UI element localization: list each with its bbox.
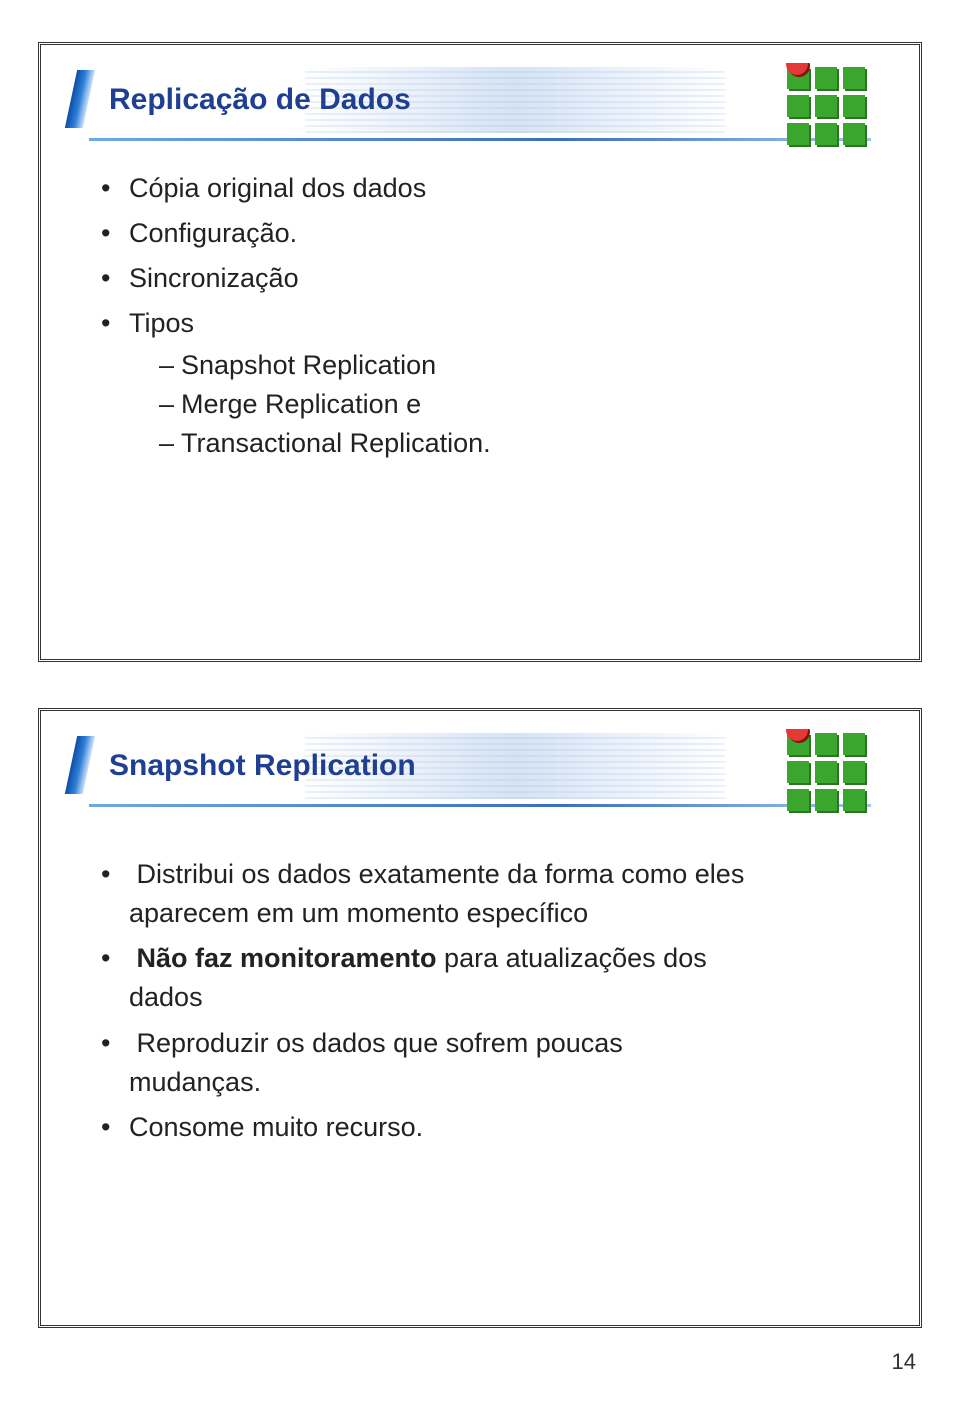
- text: para atualizações dos: [437, 943, 707, 973]
- title-accent: [65, 68, 101, 132]
- text: Consome muito recurso.: [129, 1112, 423, 1142]
- slide-content: Distribui os dados exatamente da forma c…: [41, 807, 919, 1147]
- title-bar: Snapshot Replication: [65, 729, 895, 803]
- title-underline: [89, 138, 871, 141]
- text: Cópia original dos dados: [129, 173, 426, 203]
- page-number: 14: [892, 1349, 916, 1375]
- text: Tipos: [129, 308, 194, 338]
- sub-bullet-item: Snapshot Replication: [159, 346, 859, 385]
- text: aparecem em um momento específico: [129, 898, 588, 928]
- sub-bullet-item: Merge Replication e: [159, 385, 859, 424]
- text: Configuração.: [129, 218, 297, 248]
- bullet-item: Não faz monitoramento para atualizações …: [101, 939, 859, 1017]
- text: Distribui os dados exatamente da forma c…: [137, 859, 745, 889]
- slide-title: Snapshot Replication: [101, 749, 416, 783]
- title-bar: Replicação de Dados: [65, 63, 895, 137]
- bullet-item: Distribui os dados exatamente da forma c…: [101, 855, 859, 933]
- text-bold: Não faz monitoramento: [137, 943, 437, 973]
- bullet-item: Reproduzir os dados que sofrem poucas mu…: [101, 1024, 859, 1102]
- sub-bullet-item: Transactional Replication.: [159, 424, 859, 463]
- logo-icon: [783, 63, 875, 147]
- title-underline: [89, 804, 871, 807]
- title-accent: [65, 734, 101, 798]
- logo-icon: [783, 729, 875, 813]
- text: Merge Replication e: [181, 389, 421, 419]
- slide-1: Replicação de Dados Cópia original dos d…: [38, 42, 922, 662]
- text: mudanças.: [129, 1067, 261, 1097]
- slide-title: Replicação de Dados: [101, 83, 411, 117]
- slide-2: Snapshot Replication Distribui os dados …: [38, 708, 922, 1328]
- slide-content: Cópia original dos dados Configuração. S…: [41, 141, 919, 463]
- bullet-item: Consome muito recurso.: [101, 1108, 859, 1147]
- text: dados: [129, 982, 203, 1012]
- bullet-item: Cópia original dos dados: [101, 169, 859, 208]
- text: Reproduzir os dados que sofrem poucas: [137, 1028, 623, 1058]
- bullet-item: Sincronização: [101, 259, 859, 298]
- bullet-item: Configuração.: [101, 214, 859, 253]
- text: Sincronização: [129, 263, 299, 293]
- bullet-item: Tipos Snapshot Replication Merge Replica…: [101, 304, 859, 463]
- text: Transactional Replication.: [181, 428, 491, 458]
- text: Snapshot Replication: [181, 350, 436, 380]
